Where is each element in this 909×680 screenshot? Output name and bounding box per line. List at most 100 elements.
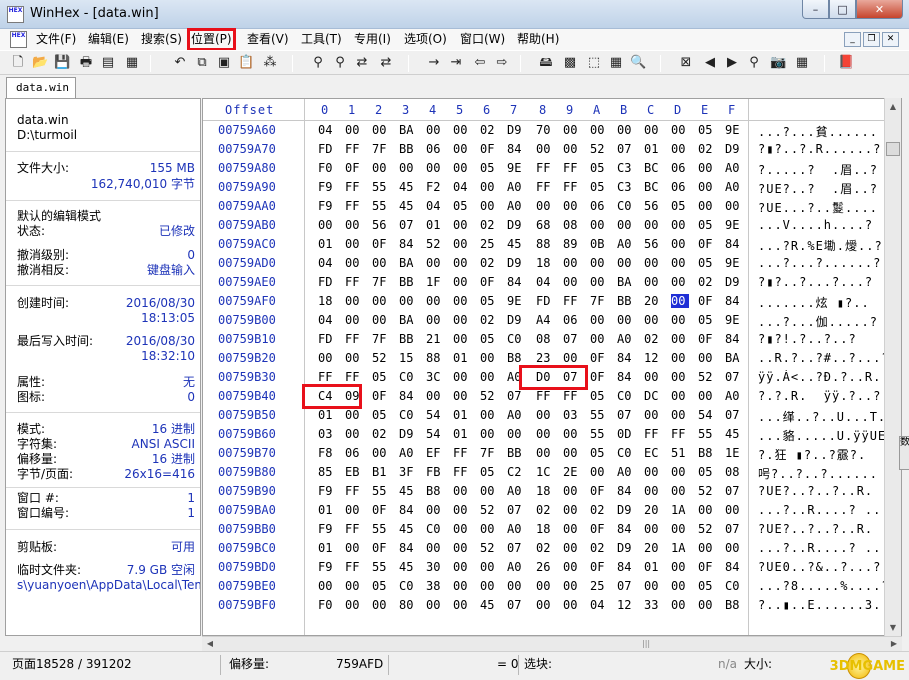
hex-byte[interactable]: 1A (671, 541, 689, 555)
hex-byte[interactable]: 52 (698, 484, 716, 498)
hex-byte[interactable]: C0 (507, 332, 525, 346)
hex-byte[interactable]: EF (426, 446, 444, 460)
hex-byte[interactable]: D9 (617, 541, 635, 555)
hex-byte[interactable]: BB (617, 294, 635, 308)
hex-byte[interactable]: 00 (345, 218, 363, 232)
hex-byte[interactable]: 84 (617, 484, 635, 498)
hex-byte[interactable]: BB (399, 332, 417, 346)
hex-byte[interactable]: 55 (372, 199, 390, 213)
hex-byte[interactable]: 84 (725, 332, 743, 346)
hex-byte[interactable]: 84 (507, 142, 525, 156)
hex-byte[interactable]: F9 (318, 484, 336, 498)
hex-byte[interactable]: 51 (671, 446, 689, 460)
hex-byte[interactable]: 1A (671, 503, 689, 517)
forward-arrow-icon[interactable]: ⇨ (494, 55, 510, 71)
scroll-right-arrow-icon[interactable]: ▶ (886, 637, 902, 651)
hex-byte[interactable]: B8 (725, 598, 743, 612)
hex-byte[interactable]: 89 (563, 237, 581, 251)
hex-byte[interactable]: 00 (563, 541, 581, 555)
copy-block-icon[interactable]: ▣ (216, 55, 232, 71)
hex-byte[interactable]: 01 (318, 408, 336, 422)
hex-byte[interactable]: D9 (725, 275, 743, 289)
hex-byte[interactable]: 30 (426, 560, 444, 574)
hex-byte[interactable]: 52 (372, 351, 390, 365)
hex-byte[interactable]: A0 (507, 180, 525, 194)
hex-byte[interactable]: 00 (345, 503, 363, 517)
ram-editor-icon[interactable]: ▩ (562, 55, 578, 71)
hex-byte[interactable]: 55 (590, 427, 608, 441)
hex-byte[interactable]: 7F (480, 446, 498, 460)
hex-byte[interactable]: FD (318, 142, 336, 156)
menu-tools[interactable]: 工具(T) (300, 31, 343, 48)
hex-byte[interactable]: 00 (453, 275, 471, 289)
hex-byte[interactable]: 00 (480, 484, 498, 498)
replace-hex-icon[interactable]: ⇄ (378, 55, 394, 71)
hex-byte[interactable]: 00 (671, 294, 689, 308)
hex-byte[interactable]: 56 (372, 218, 390, 232)
paste-icon[interactable]: 📋 (238, 55, 254, 71)
ascii-text[interactable]: ...?..R....? ... (758, 503, 886, 517)
hex-row[interactable]: 00759A60 04 00 00 BA 00 00 02 D9 70 00 00 00 00 00 05 9E… (203, 121, 887, 140)
hex-byte[interactable]: 00 (590, 123, 608, 137)
hex-byte[interactable]: 00 (453, 237, 471, 251)
find-hex-icon[interactable]: ⚲ (332, 55, 348, 71)
hex-byte[interactable]: A0 (507, 370, 525, 384)
hex-byte[interactable]: 00 (480, 408, 498, 422)
hex-byte[interactable]: 07 (399, 218, 417, 232)
hex-byte[interactable]: 88 (536, 237, 554, 251)
hex-byte[interactable]: 00 (563, 123, 581, 137)
hex-byte[interactable]: 00 (426, 256, 444, 270)
hex-byte[interactable]: 20 (644, 294, 662, 308)
hex-byte[interactable]: 00 (372, 598, 390, 612)
hex-byte[interactable]: 00 (671, 351, 689, 365)
hex-converter-icon[interactable]: ⬚ (586, 55, 602, 71)
hex-byte[interactable]: 04 (318, 123, 336, 137)
hex-byte[interactable]: 45 (399, 199, 417, 213)
hex-byte[interactable]: 09 (345, 389, 363, 403)
hex-byte[interactable]: 68 (536, 218, 554, 232)
hex-byte[interactable]: FF (453, 446, 471, 460)
hex-byte[interactable]: 05 (372, 370, 390, 384)
hex-byte[interactable]: 0F (372, 503, 390, 517)
hex-byte[interactable]: 00 (698, 199, 716, 213)
ascii-text[interactable]: ...缂..?..U...T. (758, 408, 886, 425)
hex-byte[interactable]: 84 (617, 522, 635, 536)
hex-byte[interactable]: 07 (507, 541, 525, 555)
hex-byte[interactable]: A0 (507, 484, 525, 498)
hex-byte[interactable]: 38 (426, 579, 444, 593)
hex-byte[interactable]: 33 (644, 598, 662, 612)
hex-byte[interactable]: 84 (399, 237, 417, 251)
hex-byte[interactable]: 00 (644, 522, 662, 536)
hex-row[interactable]: 00759A80 F0 0F 00 00 00 00 05 9E FF FF 05 C3 BC 06 00 A0… (203, 159, 887, 178)
disk-editor-icon[interactable]: 🖴 (538, 55, 554, 71)
hex-row[interactable]: 00759BC0 01 00 0F 84 00 00 52 07 02 00 02 D9 20 1A 00 00… (203, 539, 887, 558)
hex-byte[interactable]: 3C (426, 370, 444, 384)
hex-byte[interactable]: 08 (725, 465, 743, 479)
ascii-text[interactable]: ?UE?..?..?..R. (758, 522, 886, 536)
hex-byte[interactable]: 01 (318, 237, 336, 251)
doc-close-button[interactable]: ✕ (882, 32, 899, 47)
hex-byte[interactable]: 52 (480, 503, 498, 517)
scroll-up-arrow-icon[interactable]: ▲ (885, 98, 901, 115)
menu-search[interactable]: 搜索(S) (140, 31, 183, 48)
ascii-text[interactable]: ÿÿ.À<..?Ð.?..R. (758, 370, 886, 384)
hex-byte[interactable]: 00 (617, 123, 635, 137)
hex-byte[interactable]: 00 (563, 446, 581, 460)
hex-byte[interactable]: 00 (725, 199, 743, 213)
hex-byte[interactable]: 07 (617, 408, 635, 422)
hex-byte[interactable]: 00 (453, 142, 471, 156)
hex-byte[interactable]: FF (563, 180, 581, 194)
hex-byte[interactable]: 05 (590, 389, 608, 403)
hex-byte[interactable]: 04 (590, 598, 608, 612)
hex-row[interactable]: 00759B00 04 00 00 BA 00 00 02 D9 A4 06 00 00 00 00 05 9E… (203, 311, 887, 330)
undo-icon[interactable]: ↶ (172, 55, 188, 71)
hex-byte[interactable]: A0 (507, 560, 525, 574)
hex-byte[interactable]: 45 (399, 522, 417, 536)
hex-byte[interactable]: F0 (318, 598, 336, 612)
hex-byte[interactable]: 45 (399, 180, 417, 194)
hex-byte[interactable]: 0B (590, 237, 608, 251)
hex-byte[interactable]: BA (617, 275, 635, 289)
ascii-text[interactable]: ...貉.....U.ÿÿUE (758, 427, 886, 444)
hex-byte[interactable]: 84 (617, 560, 635, 574)
hex-row[interactable]: 00759A90 F9 FF 55 45 F2 04 00 A0 FF FF 05 C3 BC 06 00 A0… (203, 178, 887, 197)
